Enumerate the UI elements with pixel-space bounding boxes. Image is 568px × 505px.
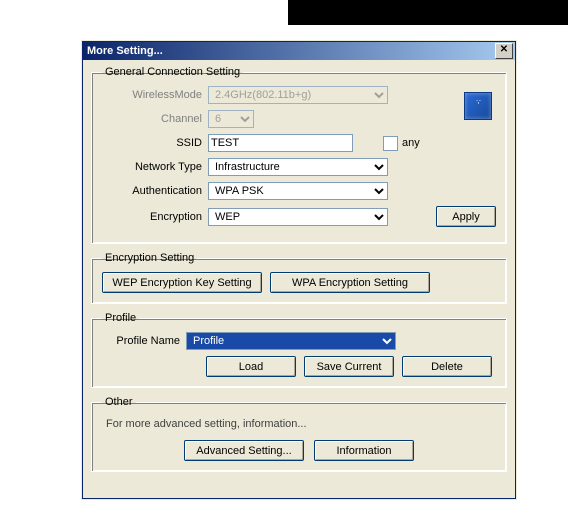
ssid-label: SSID [102, 137, 208, 149]
network-logo-icon: ·,· [464, 92, 492, 120]
wpa-setting-button[interactable]: WPA Encryption Setting [270, 272, 430, 293]
encryption-select[interactable]: WEP [208, 208, 388, 226]
titlebar: More Setting... ✕ [83, 42, 515, 60]
channel-select: 6 [208, 110, 254, 128]
delete-button[interactable]: Delete [402, 356, 492, 377]
general-connection-group: General Connection Setting ·,· WirelessM… [91, 66, 507, 244]
encryption-legend: Encryption Setting [102, 252, 197, 264]
other-text: For more advanced setting, information..… [106, 418, 496, 430]
advanced-setting-button[interactable]: Advanced Setting... [184, 440, 304, 461]
authentication-select[interactable]: WPA PSK [208, 182, 388, 200]
authentication-label: Authentication [102, 185, 208, 197]
ssid-input[interactable] [208, 134, 353, 152]
profile-legend: Profile [102, 312, 139, 324]
network-type-label: Network Type [102, 161, 208, 173]
save-current-button[interactable]: Save Current [304, 356, 394, 377]
profile-name-label: Profile Name [102, 335, 186, 347]
wep-key-setting-button[interactable]: WEP Encryption Key Setting [102, 272, 262, 293]
general-legend: General Connection Setting [102, 66, 243, 78]
close-icon[interactable]: ✕ [495, 43, 513, 59]
any-label: any [402, 137, 420, 149]
window-title: More Setting... [87, 42, 163, 60]
other-legend: Other [102, 396, 136, 408]
information-button[interactable]: Information [314, 440, 414, 461]
profile-name-select[interactable]: Profile [186, 332, 396, 350]
wireless-mode-label: WirelessMode [102, 89, 208, 101]
encryption-setting-group: Encryption Setting WEP Encryption Key Se… [91, 252, 507, 304]
load-button[interactable]: Load [206, 356, 296, 377]
wireless-mode-select: 2.4GHz(802.11b+g) [208, 86, 388, 104]
decorative-blackbar [288, 0, 568, 25]
apply-button[interactable]: Apply [436, 206, 496, 227]
other-group: Other For more advanced setting, informa… [91, 396, 507, 472]
profile-group: Profile Profile Name Profile Load Save C… [91, 312, 507, 388]
encryption-label: Encryption [102, 211, 208, 223]
network-type-select[interactable]: Infrastructure [208, 158, 388, 176]
window-client-area: General Connection Setting ·,· WirelessM… [83, 60, 515, 488]
more-setting-window: More Setting... ✕ General Connection Set… [82, 41, 516, 499]
any-checkbox[interactable] [383, 136, 398, 151]
channel-label: Channel [102, 113, 208, 125]
